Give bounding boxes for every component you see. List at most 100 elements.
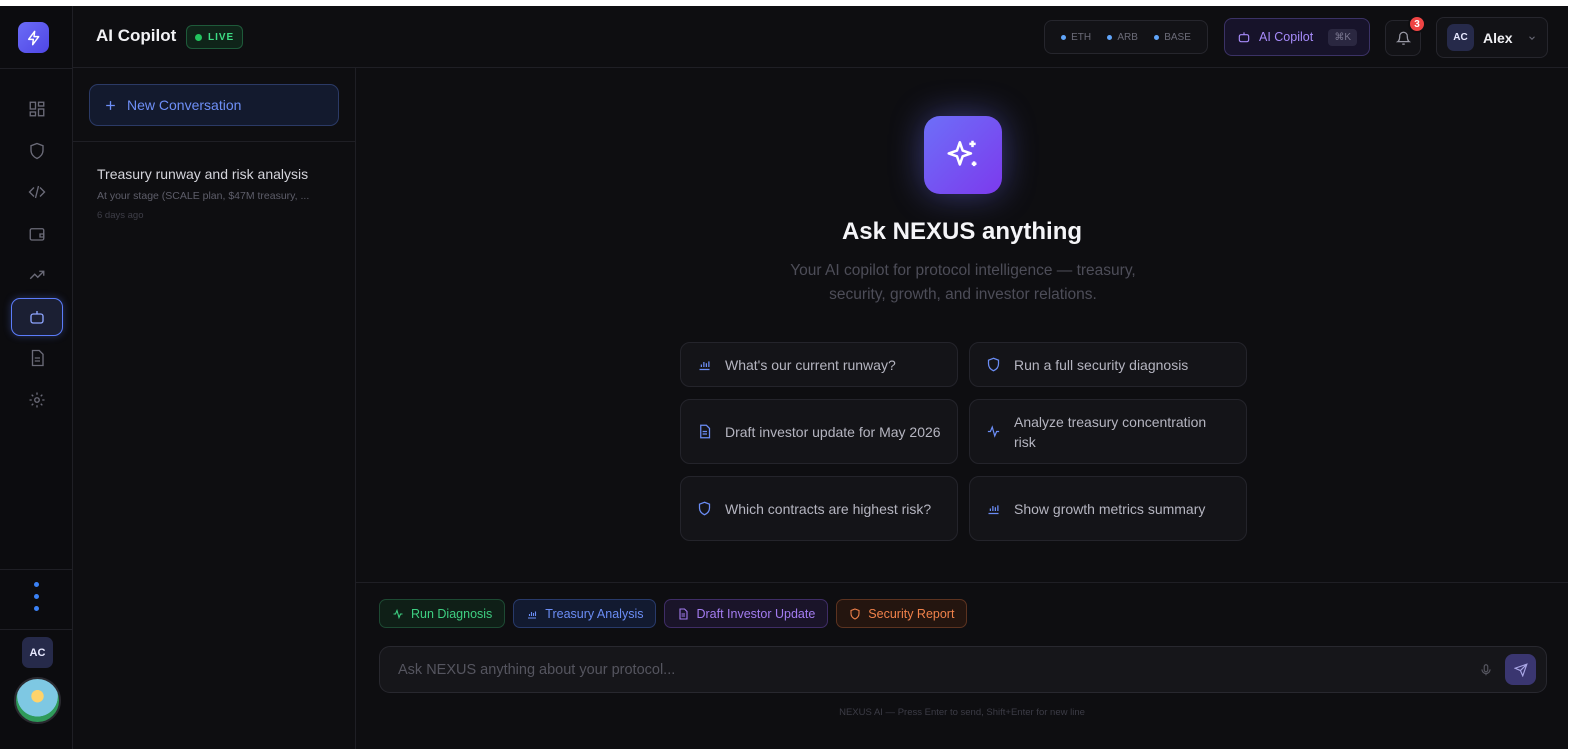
page-title: AI Copilot — [96, 26, 177, 45]
suggestion-label: Run a full security diagnosis — [1014, 356, 1189, 373]
icon-rail: AC — [0, 6, 73, 749]
nav-code[interactable] — [11, 173, 63, 211]
avatar: AC — [1447, 24, 1474, 51]
chip-label: Security Report — [868, 606, 955, 621]
divider — [0, 569, 73, 570]
microphone-icon[interactable] — [1479, 663, 1493, 677]
send-icon — [1513, 662, 1528, 677]
shortcut-hint: ⌘K — [1328, 28, 1357, 46]
nav-security[interactable] — [11, 132, 63, 170]
suggestion-card[interactable]: Show growth metrics summary — [969, 476, 1247, 541]
document-icon — [679, 607, 689, 620]
bot-icon — [1238, 32, 1250, 43]
divider — [0, 629, 73, 630]
user-menu[interactable]: AC Alex — [1436, 17, 1548, 58]
notification-count-badge: 3 — [1408, 15, 1426, 33]
chain-dot-icon — [1154, 34, 1160, 40]
shield-icon — [698, 501, 711, 516]
divider — [0, 68, 73, 69]
suggestion-card[interactable]: Analyze treasury concentration risk — [969, 399, 1247, 464]
activity-icon — [393, 608, 403, 619]
activity-icon — [987, 425, 1000, 438]
new-conversation-button[interactable]: New Conversation — [89, 84, 339, 126]
hero-subtitle: Your AI copilot for protocol intelligenc… — [790, 262, 1136, 303]
top-header: AI Copilot LIVE ETH ARB BASE AI Copilot … — [73, 6, 1568, 68]
bot-icon — [29, 310, 44, 324]
shield-icon — [850, 607, 860, 620]
new-conversation-label: New Conversation — [127, 97, 242, 113]
rail-avatar[interactable]: AC — [22, 637, 53, 668]
ai-copilot-button[interactable]: AI Copilot ⌘K — [1224, 18, 1370, 56]
bar-chart-icon — [699, 361, 710, 371]
nav-wallet[interactable] — [11, 215, 63, 253]
nav-growth[interactable] — [11, 256, 63, 294]
suggestion-label: Which contracts are highest risk? — [725, 500, 932, 517]
app-window: AC AI Copilot LIVE ETH ARB BASE AI Copil… — [0, 6, 1568, 749]
nav-documents[interactable] — [11, 339, 63, 377]
treasury-analysis-chip[interactable]: Treasury Analysis — [513, 599, 657, 628]
more-dots-icon[interactable] — [34, 582, 39, 611]
chain-selector[interactable]: ETH ARB BASE — [1044, 20, 1208, 54]
suggestion-card[interactable]: Which contracts are highest risk? — [680, 476, 958, 541]
bar-chart-icon — [528, 611, 537, 619]
live-badge: LIVE — [186, 25, 244, 49]
nav-dashboard[interactable] — [11, 90, 63, 128]
divider — [356, 582, 1568, 583]
dashboard-icon — [29, 101, 44, 117]
plus-icon — [106, 100, 115, 110]
chip-label: Treasury Analysis — [545, 606, 644, 621]
rail-nav — [0, 90, 73, 422]
code-icon — [28, 185, 45, 199]
suggestion-card[interactable]: What's our current runway? — [680, 342, 958, 387]
shield-icon — [987, 357, 1000, 372]
live-dot-icon — [195, 33, 202, 41]
quick-actions: Run Diagnosis Treasury Analysis Draft In… — [379, 599, 968, 628]
notifications-button[interactable]: 3 — [1385, 15, 1426, 56]
chat-input-box — [379, 646, 1547, 693]
bell-icon — [1395, 31, 1411, 45]
document-icon — [700, 424, 711, 439]
ai-copilot-label: AI Copilot — [1259, 30, 1314, 44]
conversation-item[interactable]: Treasury runway and risk analysis At you… — [97, 166, 337, 221]
live-label: LIVE — [208, 31, 235, 43]
wallet-icon — [29, 227, 44, 241]
chip-label: Draft Investor Update — [696, 606, 816, 621]
nav-settings[interactable] — [11, 381, 63, 419]
chat-input[interactable] — [398, 661, 1479, 678]
chain-base[interactable]: BASE — [1154, 32, 1191, 43]
document-icon — [31, 349, 44, 367]
draft-investor-update-chip[interactable]: Draft Investor Update — [664, 599, 829, 628]
chain-arb[interactable]: ARB — [1107, 32, 1138, 43]
run-diagnosis-chip[interactable]: Run Diagnosis — [379, 599, 506, 628]
shield-icon — [29, 142, 44, 159]
suggestion-label: Analyze treasury concentration risk — [1014, 413, 1207, 450]
chain-eth[interactable]: ETH — [1061, 32, 1091, 43]
chip-label: Run Diagnosis — [411, 606, 493, 621]
logo-lightning-icon[interactable] — [18, 22, 49, 53]
conversation-sidebar: New Conversation Treasury runway and ris… — [73, 68, 356, 749]
nav-ai-copilot[interactable] — [10, 297, 63, 336]
profile-image-icon[interactable] — [14, 677, 61, 724]
chat-main: Ask NEXUS anything Your AI copilot for p… — [356, 68, 1568, 749]
chain-dot-icon — [1061, 34, 1067, 40]
suggestion-card[interactable]: Run a full security diagnosis — [969, 342, 1247, 387]
suggestion-label: Show growth metrics summary — [1014, 500, 1206, 517]
sparkles-icon — [924, 116, 1002, 194]
security-report-chip[interactable]: Security Report — [836, 599, 968, 628]
conversation-date: 6 days ago — [97, 210, 144, 221]
suggestion-label: Draft investor update for May 2026 — [725, 423, 941, 440]
conversation-preview: At your stage (SCALE plan, $47M treasury… — [97, 190, 310, 202]
hero-title: Ask NEXUS anything — [841, 218, 1083, 245]
user-name: Alex — [1483, 29, 1513, 46]
bar-chart-icon — [988, 505, 999, 515]
suggestion-card[interactable]: Draft investor update for May 2026 — [680, 399, 958, 464]
send-button[interactable] — [1505, 654, 1536, 685]
chevron-down-icon — [1529, 35, 1535, 40]
trending-up-icon — [29, 270, 44, 280]
suggestion-label: What's our current runway? — [725, 356, 896, 373]
conversation-title: Treasury runway and risk analysis — [97, 166, 309, 182]
input-footnote: NEXUS AI — Press Enter to send, Shift+En… — [839, 707, 1085, 718]
gear-icon — [29, 392, 44, 407]
chain-dot-icon — [1107, 34, 1113, 40]
divider — [73, 141, 356, 142]
